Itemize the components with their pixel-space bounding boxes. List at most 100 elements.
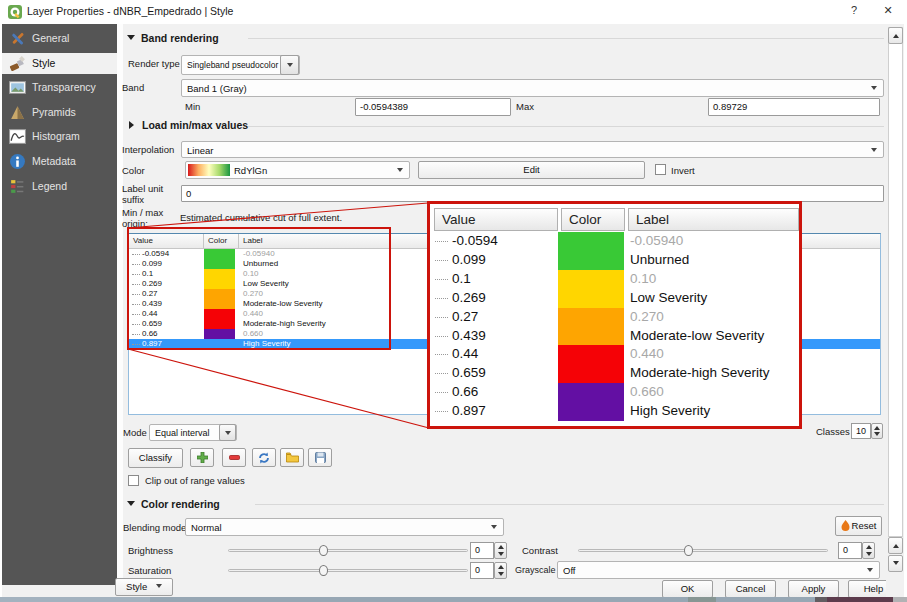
- sidebar-item-histogram[interactable]: Histogram: [2, 126, 117, 147]
- band-dropdown[interactable]: Band 1 (Gray): [181, 79, 884, 97]
- scrollbar-track[interactable]: [888, 27, 903, 537]
- add-entry-button[interactable]: [190, 448, 214, 467]
- histogram-icon: [9, 128, 26, 145]
- load-minmax-collapse-icon[interactable]: [129, 121, 134, 129]
- color-swatch: [204, 249, 235, 269]
- inset-value-cell: -0.0594: [452, 232, 498, 251]
- inset-value-cell: 0.27: [452, 308, 478, 327]
- brightness-spinbox[interactable]: 0: [470, 542, 494, 559]
- color-rendering-collapse-icon[interactable]: [127, 501, 135, 506]
- save-colormap-button[interactable]: [308, 448, 332, 467]
- sidebar-item-label: Transparency: [32, 81, 96, 93]
- sidebar-item-legend[interactable]: Legend: [2, 176, 117, 197]
- color-ramp-dropdown[interactable]: RdYlGn: [185, 161, 410, 179]
- label-cell: Low Severity: [243, 279, 289, 289]
- help-titlebar-button[interactable]: ?: [846, 4, 862, 16]
- remove-entry-button[interactable]: [222, 448, 246, 467]
- reset-icon: [841, 520, 850, 531]
- contrast-slider[interactable]: [578, 549, 828, 552]
- app-icon: [7, 4, 23, 20]
- cancel-button[interactable]: Cancel: [725, 580, 776, 598]
- apply-button[interactable]: Apply: [788, 580, 839, 598]
- scroll-up-button-bottom[interactable]: [888, 537, 903, 554]
- classes-spin-buttons[interactable]: [871, 423, 883, 439]
- min-input[interactable]: -0.0594389: [355, 98, 511, 116]
- band-label: Band: [122, 82, 144, 93]
- invert-label: Invert: [671, 165, 695, 176]
- brightness-slider-handle[interactable]: [319, 545, 328, 556]
- label-cell: Moderate-low Severity: [243, 299, 323, 309]
- layer-properties-dialog: Layer Properties - dNBR_Empedrado | Styl…: [0, 0, 907, 602]
- sidebar-item-pyramids[interactable]: Pyramids: [2, 102, 117, 123]
- refresh-button[interactable]: [252, 448, 276, 467]
- load-minmax-header[interactable]: Load min/max values: [142, 119, 248, 131]
- scroll-down-button[interactable]: [888, 555, 903, 572]
- map-canvas-strip: [0, 597, 907, 602]
- grayscale-dropdown[interactable]: Off: [557, 561, 880, 579]
- inset-label-cell: Low Severity: [630, 289, 707, 308]
- ok-button[interactable]: OK: [662, 580, 713, 598]
- color-swatch: [204, 289, 235, 309]
- inset-label-cell: Moderate-high Severity: [630, 364, 770, 383]
- sidebar-item-general[interactable]: General: [2, 28, 117, 49]
- inset-label-cell: High Severity: [630, 402, 710, 421]
- mode-label: Mode: [123, 427, 147, 438]
- max-input[interactable]: 0.89729: [708, 98, 880, 116]
- blending-mode-dropdown[interactable]: Normal: [185, 518, 504, 536]
- label-cell: 0.270: [243, 289, 263, 299]
- mode-dropdown-arrow[interactable]: [219, 424, 236, 441]
- value-cell: -0.0594: [142, 249, 169, 259]
- color-swatch: [204, 309, 235, 329]
- classes-spinbox[interactable]: 10: [851, 423, 871, 439]
- label-cell: 0.660: [243, 329, 263, 339]
- inset-label-cell: 0.10: [630, 270, 656, 289]
- mode-dropdown[interactable]: Equal interval: [149, 424, 237, 441]
- label-unit-suffix-input[interactable]: 0: [181, 185, 884, 202]
- inset-value-cell: 0.66: [452, 383, 478, 402]
- band-rendering-collapse-icon[interactable]: [127, 35, 135, 40]
- inset-color-swatch: [558, 383, 624, 421]
- load-colormap-button[interactable]: [280, 448, 304, 467]
- style-menu-button[interactable]: Style: [115, 578, 173, 596]
- classify-button[interactable]: Classify: [128, 448, 183, 468]
- edit-button[interactable]: Edit: [418, 161, 645, 179]
- render-type-label: Render type: [128, 58, 180, 69]
- label-cell: Moderate-high Severity: [243, 319, 326, 329]
- max-label: Max: [516, 101, 534, 112]
- color-rendering-header[interactable]: Color rendering: [141, 498, 220, 510]
- save-icon: [315, 452, 326, 463]
- render-type-dropdown[interactable]: Singleband pseudocolor: [181, 55, 300, 75]
- invert-checkbox[interactable]: [655, 164, 666, 175]
- inset-column-header-label: Label: [628, 208, 799, 231]
- column-header-value[interactable]: Value: [129, 234, 204, 249]
- sidebar-item-style[interactable]: Style: [2, 53, 117, 74]
- sidebar-item-label: Style: [32, 57, 55, 69]
- saturation-slider[interactable]: [228, 569, 468, 572]
- folder-icon: [286, 452, 299, 463]
- saturation-slider-handle[interactable]: [319, 565, 328, 576]
- brightness-spin-buttons[interactable]: [494, 542, 507, 559]
- contrast-slider-handle[interactable]: [684, 545, 693, 556]
- inset-label-cell: 0.660: [630, 383, 664, 402]
- sidebar-item-transparency[interactable]: Transparency: [2, 77, 117, 98]
- metadata-icon: [9, 153, 26, 170]
- scrollbar: [886, 24, 904, 597]
- minmax-origin-value: Estimated cumulative cut of full extent.: [180, 212, 342, 223]
- value-cell: 0.269: [142, 279, 162, 289]
- clip-checkbox[interactable]: [128, 475, 139, 486]
- band-rendering-header[interactable]: Band rendering: [141, 32, 219, 44]
- inset-column-header-color: Color: [561, 208, 625, 231]
- inset-label-cell: Unburned: [630, 251, 689, 270]
- interpolation-dropdown[interactable]: Linear: [181, 141, 884, 158]
- render-type-dropdown-arrow[interactable]: [280, 55, 299, 75]
- saturation-spin-buttons[interactable]: [494, 562, 507, 579]
- contrast-spin-buttons[interactable]: [862, 542, 875, 559]
- reset-button[interactable]: Reset: [835, 516, 882, 536]
- contrast-spinbox[interactable]: 0: [838, 542, 862, 559]
- saturation-spinbox[interactable]: 0: [470, 562, 494, 579]
- brightness-slider[interactable]: [228, 549, 468, 552]
- sidebar-item-metadata[interactable]: Metadata: [2, 151, 117, 172]
- column-header-color[interactable]: Color: [204, 234, 239, 249]
- close-button[interactable]: ✕: [880, 4, 896, 17]
- scroll-up-button[interactable]: [888, 27, 903, 44]
